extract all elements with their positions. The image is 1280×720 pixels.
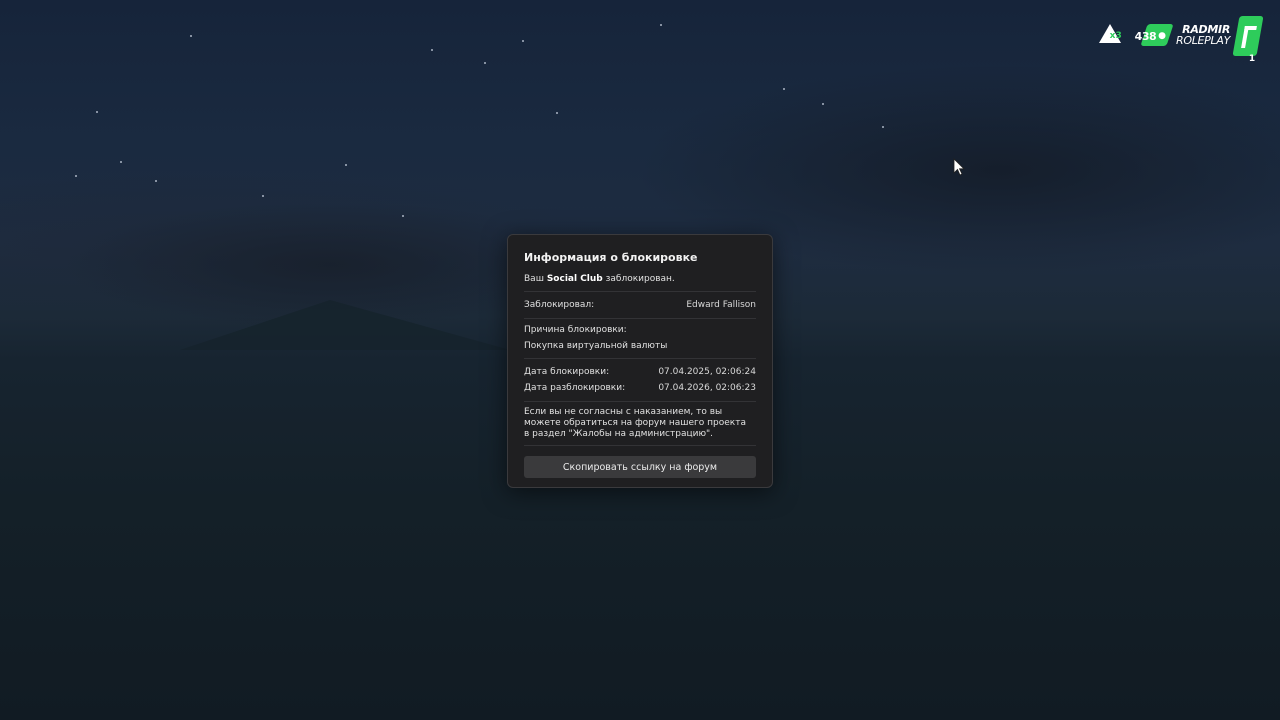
star: [402, 215, 404, 217]
blocked-by-label: Заблокировал:: [524, 299, 595, 310]
mouse-cursor-icon: [953, 158, 965, 180]
star: [882, 126, 884, 128]
ban-intro: Ваш Social Club заблокирован.: [524, 273, 756, 286]
star: [660, 24, 662, 26]
badge-multiplier: x3: [1109, 31, 1122, 41]
star: [155, 180, 157, 182]
star: [556, 112, 558, 114]
intro-prefix: Ваш: [524, 274, 544, 284]
online-counter: 438 ●: [1134, 24, 1174, 47]
star: [96, 111, 98, 113]
star: [345, 164, 347, 166]
block-date-row: Дата блокировки: 07.04.2025, 02:06:24: [524, 364, 756, 380]
game-background: x3 438 ● RADMIR ROLEPLAY 1 Информация о …: [0, 0, 1280, 720]
star: [822, 103, 824, 105]
unblock-date-label: Дата разблокировки:: [524, 382, 626, 393]
star: [783, 88, 785, 90]
hud-top-right: x3 438 ● RADMIR ROLEPLAY 1: [1098, 16, 1264, 66]
mountain-silhouette: [180, 300, 510, 350]
radmir-logo-icon: 1: [1232, 16, 1264, 66]
server-logo-text: RADMIR ROLEPLAY: [1176, 24, 1230, 46]
divider: [524, 445, 756, 446]
divider: [524, 358, 756, 359]
block-date-value: 07.04.2025, 02:06:24: [658, 366, 756, 377]
intro-suffix: заблокирован.: [605, 274, 675, 284]
dialog-title: Информация о блокировке: [524, 251, 698, 264]
intro-social-club: Social Club: [546, 274, 603, 284]
blocked-by-value: Edward Fallison: [686, 299, 756, 310]
divider: [524, 318, 756, 319]
logo-line2: ROLEPLAY: [1176, 34, 1230, 47]
star: [190, 35, 192, 37]
reason-label: Причина блокировки:: [524, 325, 627, 335]
blocked-by-row: Заблокировал: Edward Fallison: [524, 297, 756, 313]
copy-forum-link-button[interactable]: Скопировать ссылку на форум: [524, 456, 756, 478]
star: [522, 40, 524, 42]
online-count: 438: [1134, 29, 1157, 43]
star: [431, 49, 433, 51]
appeal-notice: Если вы не согласны с наказанием, то вы …: [524, 407, 746, 439]
star: [262, 195, 264, 197]
reason-value: Покупка виртуальной валюты: [524, 341, 668, 351]
triangle-badge-icon: x3: [1098, 24, 1122, 46]
server-number: 1: [1248, 54, 1256, 64]
ban-info-dialog: Информация о блокировке Ваш Social Club …: [507, 234, 773, 488]
divider: [524, 401, 756, 402]
user-icon: ●: [1158, 31, 1166, 41]
unblock-date-value: 07.04.2026, 02:06:23: [658, 382, 756, 393]
star: [484, 62, 486, 64]
divider: [524, 291, 756, 292]
star: [120, 161, 122, 163]
block-date-label: Дата блокировки:: [524, 366, 610, 377]
star: [75, 175, 77, 177]
unblock-date-row: Дата разблокировки: 07.04.2026, 02:06:23: [524, 380, 756, 396]
